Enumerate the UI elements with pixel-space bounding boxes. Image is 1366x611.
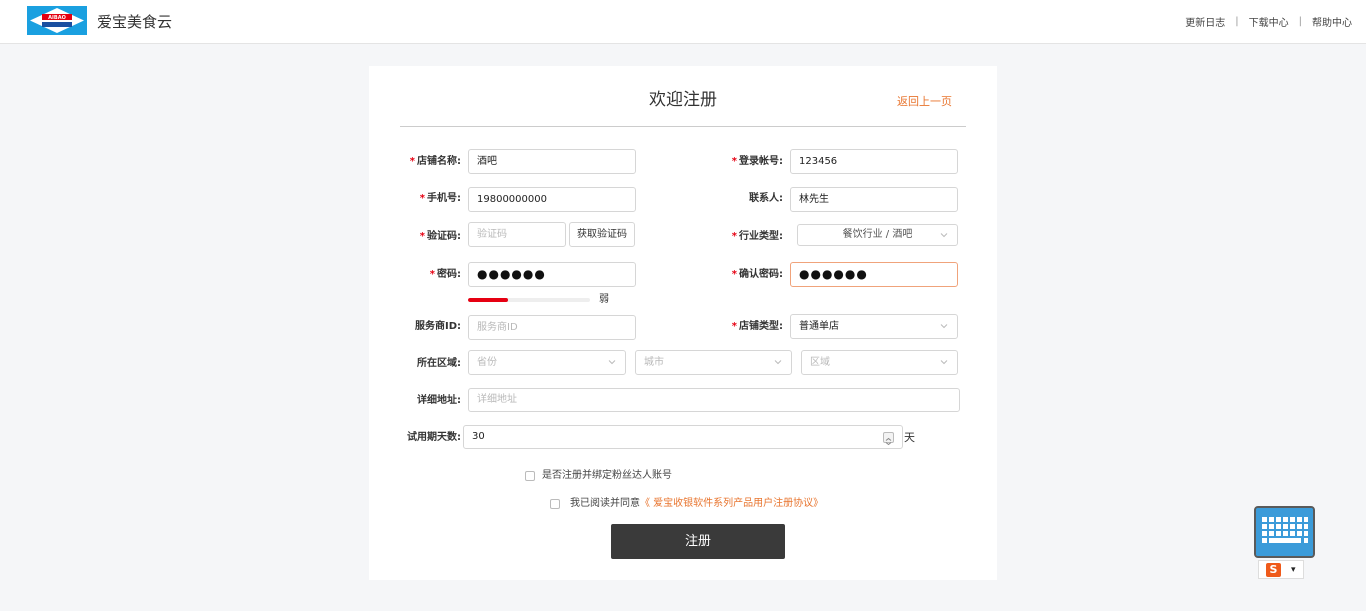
register-card: 欢迎注册 返回上一页 * 店铺名称: 酒吧 * 登录帐号: 123456 * 手机号:… <box>369 66 997 580</box>
link-download-center[interactable]: 下载中心 <box>1249 14 1289 29</box>
phone-input[interactable]: 19800000000 <box>468 187 636 212</box>
required-mark: * <box>731 321 737 332</box>
sogou-ime-icon[interactable]: S <box>1266 563 1281 577</box>
required-mark: * <box>409 156 415 167</box>
link-separator: | <box>1235 16 1239 27</box>
contact-label: 联系人: <box>749 193 783 204</box>
logo-text: AIBAO <box>48 15 66 21</box>
provider-id-input[interactable]: 服务商ID <box>468 315 636 340</box>
contact-input[interactable]: 林先生 <box>790 187 958 212</box>
aibao-logo[interactable]: AIBAO <box>27 6 87 35</box>
confirm-password-label: * 确认密码: <box>731 269 783 280</box>
required-mark: * <box>731 269 737 280</box>
chevron-down-icon <box>608 360 616 365</box>
required-mark: * <box>731 156 737 167</box>
address-label: 详细地址: <box>417 395 461 406</box>
store-type-value: 普通单店 <box>799 321 839 332</box>
login-account-label: * 登录帐号: <box>731 156 783 167</box>
province-select[interactable]: 省份 <box>468 350 626 375</box>
industry-value: 餐饮行业 / 酒吧 <box>842 229 913 240</box>
get-code-button[interactable]: 获取验证码 <box>569 222 635 247</box>
back-link[interactable]: 返回上一页 <box>897 95 952 109</box>
bind-fans-checkbox[interactable] <box>525 471 535 481</box>
agreement-checkbox[interactable] <box>550 499 560 509</box>
city-select[interactable]: 城市 <box>635 350 792 375</box>
chevron-down-icon <box>774 360 782 365</box>
title-divider <box>400 126 966 127</box>
address-input[interactable]: 详细地址 <box>468 388 960 412</box>
verify-code-input[interactable]: 验证码 <box>468 222 566 247</box>
store-name-input[interactable]: 酒吧 <box>468 149 636 174</box>
ime-toolbar[interactable]: S ▾ <box>1258 560 1304 579</box>
industry-label: * 行业类型: <box>731 231 783 242</box>
spinner-arrows-icon <box>885 437 892 446</box>
bind-fans-label: 是否注册并绑定粉丝达人账号 <box>542 470 672 481</box>
confirm-password-input[interactable]: ●●●●●● <box>790 262 958 287</box>
link-separator: | <box>1298 16 1302 27</box>
keyboard-icon[interactable] <box>1254 506 1315 558</box>
link-changelog[interactable]: 更新日志 <box>1185 14 1225 29</box>
chevron-down-icon <box>940 233 948 238</box>
password-dots: ●●●●●● <box>477 267 546 281</box>
phone-label: * 手机号: <box>419 193 461 204</box>
store-type-label: * 店铺类型: <box>731 321 783 332</box>
link-help-center[interactable]: 帮助中心 <box>1312 14 1352 29</box>
required-mark: * <box>429 269 435 280</box>
store-type-select[interactable]: 普通单店 <box>790 314 958 339</box>
provider-id-label: 服务商ID: <box>414 321 461 332</box>
register-button[interactable]: 注册 <box>611 524 785 559</box>
trial-days-unit: 天 <box>904 431 915 444</box>
required-mark: * <box>419 193 425 204</box>
trial-days-label: 试用期天数: <box>407 432 461 443</box>
verify-code-label: * 验证码: <box>419 231 461 242</box>
agreement-text: 我已阅读并同意《 爱宝收银软件系列产品用户注册协议》 <box>570 497 823 511</box>
password-input[interactable]: ●●●●●● <box>468 262 636 287</box>
region-label: 所在区域: <box>417 358 461 369</box>
brand-name: 爱宝美食云 <box>97 13 173 31</box>
top-bar: AIBAO 爱宝美食云 更新日志 | 下载中心 | 帮助中心 <box>0 0 1366 44</box>
agreement-prefix: 我已阅读并同意 <box>570 498 640 509</box>
required-mark: * <box>731 231 737 242</box>
district-select[interactable]: 区域 <box>801 350 958 375</box>
chevron-down-icon[interactable]: ▾ <box>1291 565 1296 575</box>
top-links: 更新日志 | 下载中心 | 帮助中心 <box>1185 14 1352 29</box>
login-account-input[interactable]: 123456 <box>790 149 958 174</box>
trial-days-input[interactable]: 30 <box>463 425 903 449</box>
chevron-down-icon <box>940 324 948 329</box>
password-strength-meter <box>468 298 590 302</box>
number-spinner[interactable] <box>883 432 894 446</box>
store-name-label: * 店铺名称: <box>409 156 461 167</box>
confirm-password-dots: ●●●●●● <box>799 267 868 281</box>
password-label: * 密码: <box>429 269 461 280</box>
trial-days-value: 30 <box>472 431 485 442</box>
password-strength-text: 弱 <box>599 294 609 305</box>
agreement-link[interactable]: 《 爱宝收银软件系列产品用户注册协议》 <box>640 498 823 509</box>
chevron-down-icon <box>940 360 948 365</box>
password-strength-fill <box>468 298 509 302</box>
industry-cascader[interactable]: 餐饮行业 / 酒吧 <box>797 224 958 246</box>
required-mark: * <box>419 231 425 242</box>
